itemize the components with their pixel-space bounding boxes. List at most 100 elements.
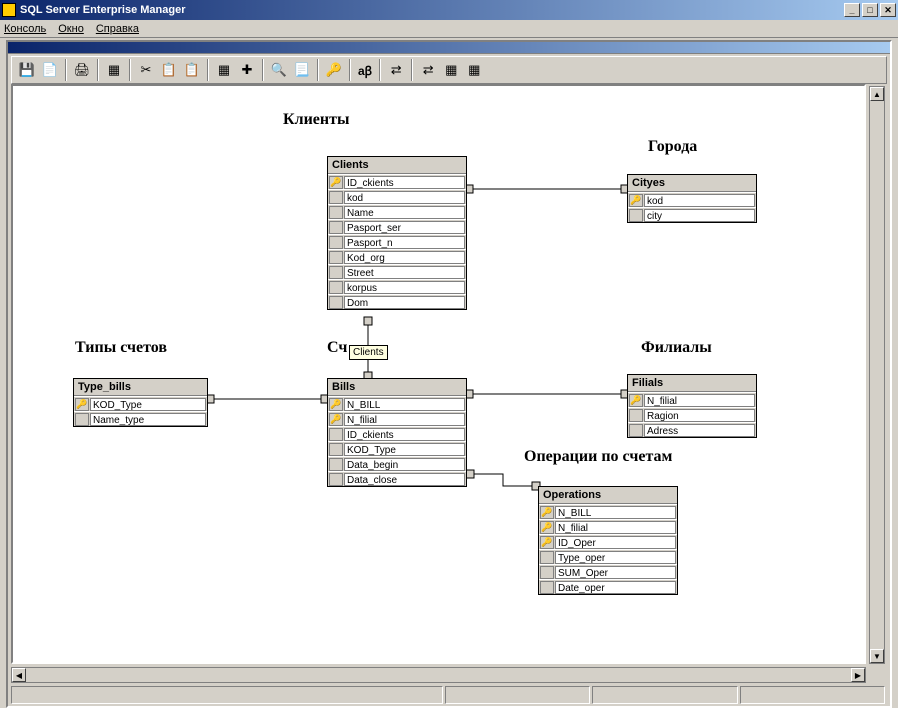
key-icon: [329, 281, 343, 294]
script-button[interactable]: 📄: [39, 59, 61, 81]
table-row[interactable]: Kod_org: [328, 249, 466, 264]
table-row[interactable]: Name_type: [74, 411, 207, 426]
key-icon: [329, 458, 343, 471]
table-clients[interactable]: Clients🔑ID_ckientskodNamePasport_serPasp…: [327, 156, 467, 310]
table-row[interactable]: Street: [328, 264, 466, 279]
table-row[interactable]: SUM_Oper: [539, 564, 677, 579]
toolbar-separator: [317, 59, 319, 81]
field-name: Pasport_n: [344, 236, 465, 249]
menu-console[interactable]: Консоль: [4, 23, 46, 35]
scroll-up-button[interactable]: ▲: [870, 87, 884, 101]
menu-window[interactable]: Окно: [58, 23, 84, 35]
table-row[interactable]: Type_oper: [539, 549, 677, 564]
field-name: Date_oper: [555, 581, 676, 594]
maximize-button[interactable]: □: [862, 3, 878, 17]
newtable-button[interactable]: ▦: [213, 59, 235, 81]
key-icon: [329, 428, 343, 441]
key-icon: [629, 209, 643, 222]
table-row[interactable]: city: [628, 207, 756, 222]
table-row[interactable]: 🔑N_filial: [539, 519, 677, 534]
table-row[interactable]: 🔑ID_ckients: [328, 174, 466, 189]
key-icon: [329, 251, 343, 264]
table-row[interactable]: 🔑N_BILL: [328, 396, 466, 411]
table-row[interactable]: Date_oper: [539, 579, 677, 594]
status-bar: [11, 686, 887, 704]
tooltip: Clients: [349, 345, 388, 360]
field-name: kod: [644, 194, 755, 207]
field-name: N_BILL: [555, 506, 676, 519]
status-pane: [445, 686, 590, 704]
table-row[interactable]: ID_ckients: [328, 426, 466, 441]
field-name: city: [644, 209, 755, 222]
minimize-button[interactable]: _: [844, 3, 860, 17]
table-row[interactable]: Ragion: [628, 407, 756, 422]
table-typebills[interactable]: Type_bills🔑KOD_TypeName_type: [73, 378, 208, 427]
field-name: N_BILL: [344, 398, 465, 411]
scroll-down-button[interactable]: ▼: [870, 649, 884, 663]
table-row[interactable]: 🔑N_filial: [328, 411, 466, 426]
table-row[interactable]: Pasport_ser: [328, 219, 466, 234]
table-cityes[interactable]: Cityes🔑kodcity: [627, 174, 757, 223]
key-icon: [329, 443, 343, 456]
relation1-button[interactable]: ⇄: [385, 59, 407, 81]
table-row[interactable]: Name: [328, 204, 466, 219]
toolbar-separator: [262, 59, 264, 81]
cut-button[interactable]: ✂: [135, 59, 157, 81]
key-icon: 🔑: [329, 176, 343, 189]
vertical-scrollbar[interactable]: ▲ ▼: [869, 86, 885, 664]
ab-button[interactable]: aꞵ: [355, 62, 375, 79]
table-row[interactable]: Pasport_n: [328, 234, 466, 249]
table-row[interactable]: 🔑N_BILL: [539, 504, 677, 519]
paste-button[interactable]: 📋: [181, 59, 203, 81]
menu-help[interactable]: Справка: [96, 23, 139, 35]
zoom-button[interactable]: 🔍: [268, 59, 290, 81]
window-title: SQL Server Enterprise Manager: [20, 4, 185, 16]
table-row[interactable]: 🔑kod: [628, 192, 756, 207]
field-name: Kod_org: [344, 251, 465, 264]
table-row[interactable]: Data_begin: [328, 456, 466, 471]
diagram-canvas[interactable]: Клиенты Города Типы счетов Сч Филиалы Оп…: [11, 84, 866, 664]
table-row[interactable]: Data_close: [328, 471, 466, 486]
field-name: Type_oper: [555, 551, 676, 564]
field-name: korpus: [344, 281, 465, 294]
table-row[interactable]: 🔑ID_Oper: [539, 534, 677, 549]
key-icon: 🔑: [629, 394, 643, 407]
key-icon: 🔑: [75, 398, 89, 411]
table-row[interactable]: korpus: [328, 279, 466, 294]
table-title: Filials: [628, 375, 756, 392]
close-button[interactable]: ✕: [880, 3, 896, 17]
grid1-button[interactable]: ▦: [440, 59, 462, 81]
toggle-button[interactable]: ▦: [103, 59, 125, 81]
key-icon: 🔑: [329, 413, 343, 426]
save-button[interactable]: 💾: [16, 59, 38, 81]
add-button[interactable]: ✚: [236, 59, 258, 81]
primarykey-button[interactable]: 🔑: [323, 59, 345, 81]
table-filials[interactable]: Filials🔑N_filialRagionAdress: [627, 374, 757, 438]
table-operations[interactable]: Operations🔑N_BILL🔑N_filial🔑ID_OperType_o…: [538, 486, 678, 595]
grid2-button[interactable]: ▦: [463, 59, 485, 81]
field-name: N_filial: [344, 413, 465, 426]
horizontal-scrollbar[interactable]: ◀ ▶: [11, 667, 866, 683]
properties-button[interactable]: 📃: [291, 59, 313, 81]
table-row[interactable]: Adress: [628, 422, 756, 437]
window-titlebar: SQL Server Enterprise Manager _ □ ✕: [0, 0, 898, 20]
scroll-left-button[interactable]: ◀: [12, 668, 26, 682]
scroll-right-button[interactable]: ▶: [851, 668, 865, 682]
table-row[interactable]: Dom: [328, 294, 466, 309]
key-icon: [329, 296, 343, 309]
relation2-button[interactable]: ⇄: [417, 59, 439, 81]
table-bills[interactable]: Bills🔑N_BILL🔑N_filialID_ckientsKOD_TypeD…: [327, 378, 467, 487]
label-operations: Операции по счетам: [524, 448, 672, 466]
table-row[interactable]: 🔑KOD_Type: [74, 396, 207, 411]
copy-button[interactable]: 📋: [158, 59, 180, 81]
field-name: Pasport_ser: [344, 221, 465, 234]
table-row[interactable]: kod: [328, 189, 466, 204]
menu-bar: Консоль Окно Справка: [0, 20, 898, 38]
key-icon: [629, 424, 643, 437]
status-pane: [11, 686, 443, 704]
table-row[interactable]: 🔑N_filial: [628, 392, 756, 407]
print-button[interactable]: 🖨: [71, 59, 93, 81]
key-icon: [329, 191, 343, 204]
table-row[interactable]: KOD_Type: [328, 441, 466, 456]
status-pane: [740, 686, 885, 704]
